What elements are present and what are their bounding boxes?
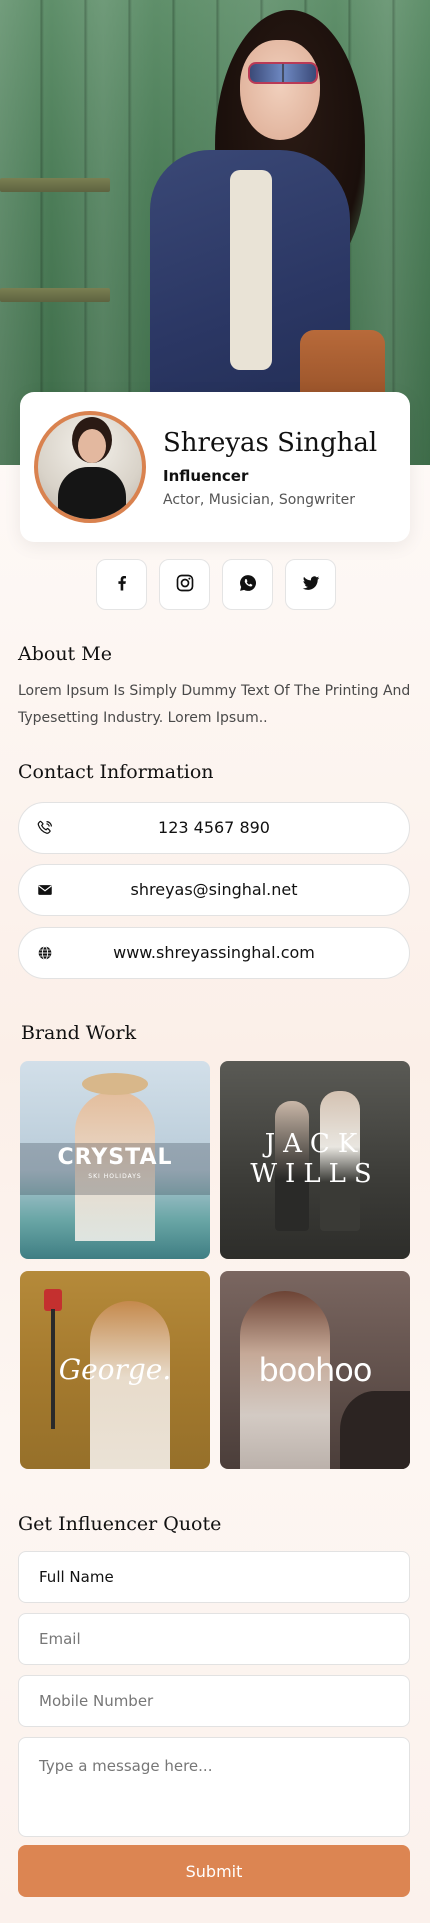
brand-crystal-sub: SKI HOLIDAYS [88, 1173, 142, 1180]
facebook-button[interactable] [96, 559, 147, 610]
brand-crystal-label: CRYSTAL [57, 1145, 173, 1170]
brand-george-label: George. [58, 1353, 172, 1386]
message-textarea[interactable] [18, 1737, 410, 1837]
email-input[interactable] [18, 1613, 410, 1665]
brand-jack-label: JACK [264, 1129, 366, 1159]
phone-number: 123 4567 890 [158, 818, 270, 837]
brand-work-title: Brand Work [21, 1022, 137, 1044]
twitter-button[interactable] [285, 559, 336, 610]
email-row[interactable]: shreyas@singhal.net [18, 864, 410, 916]
brand-tile-george[interactable]: George. [20, 1271, 210, 1469]
contact-title: Contact Information [18, 761, 214, 783]
instagram-button[interactable] [159, 559, 210, 610]
about-text: Lorem Ipsum Is Simply Dummy Text Of The … [18, 683, 411, 726]
avatar [34, 411, 146, 523]
brand-wills-label: WILLS [250, 1159, 380, 1189]
profile-card: Shreyas Singhal Influencer Actor, Musici… [20, 392, 410, 542]
website-row[interactable]: www.shreyassinghal.com [18, 927, 410, 979]
brand-tile-crystal[interactable]: CRYSTAL SKI HOLIDAYS [20, 1061, 210, 1259]
instagram-icon [175, 573, 195, 597]
brand-tile-boohoo[interactable]: boohoo [220, 1271, 410, 1469]
brand-tile-jackwills[interactable]: JACK WILLS [220, 1061, 410, 1259]
social-links [96, 559, 336, 610]
whatsapp-icon [238, 573, 258, 597]
profile-name: Shreyas Singhal [163, 428, 378, 458]
facebook-icon [112, 573, 132, 597]
submit-button[interactable]: Submit [18, 1845, 410, 1897]
mobile-number-input[interactable] [18, 1675, 410, 1727]
website-url: www.shreyassinghal.com [113, 943, 315, 962]
phone-row[interactable]: 123 4567 890 [18, 802, 410, 854]
whatsapp-button[interactable] [222, 559, 273, 610]
profile-tags: Actor, Musician, Songwriter [163, 492, 355, 508]
about-title: About Me [18, 643, 112, 665]
twitter-icon [301, 573, 321, 597]
profile-role: Influencer [163, 467, 249, 485]
full-name-input[interactable] [18, 1551, 410, 1603]
quote-title: Get Influencer Quote [18, 1513, 222, 1535]
email-address: shreyas@singhal.net [130, 880, 298, 899]
brand-boohoo-label: boohoo [258, 1351, 373, 1389]
